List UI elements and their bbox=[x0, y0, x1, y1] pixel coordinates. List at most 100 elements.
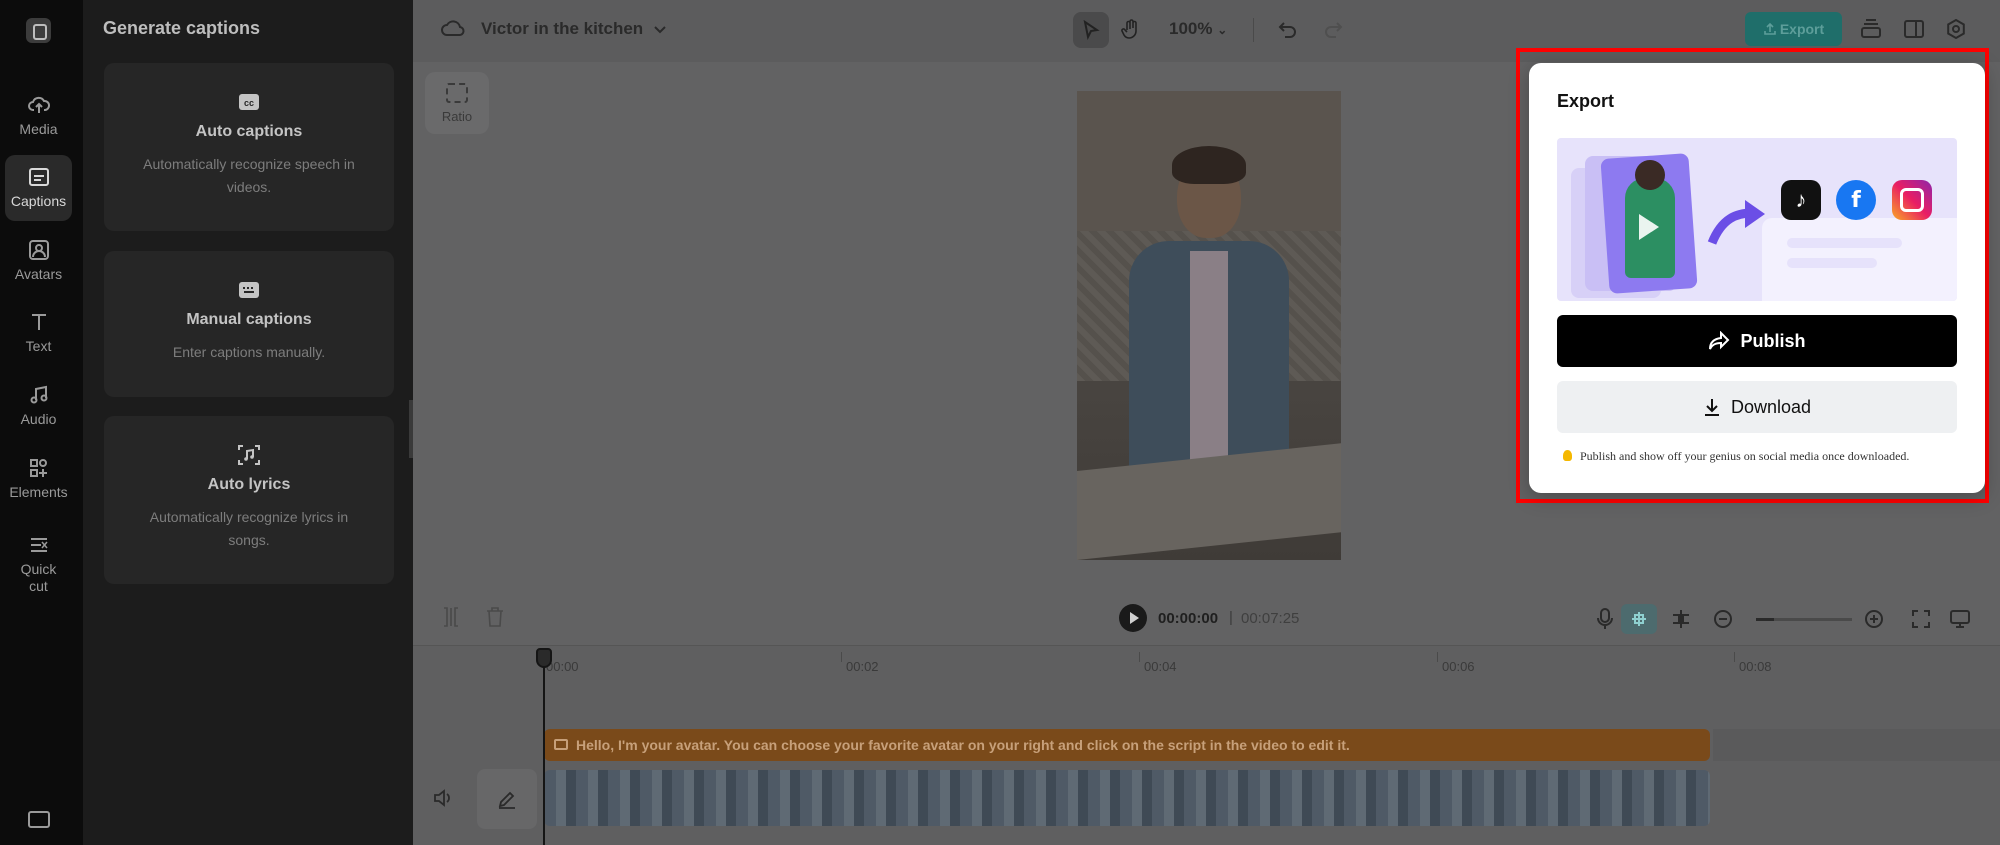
rail-label-avatars: Avatars bbox=[14, 266, 63, 282]
video-track[interactable] bbox=[544, 770, 1710, 826]
caption-track[interactable]: Hello, I'm your avatar. You can choose y… bbox=[544, 729, 1710, 761]
settings-gear-icon[interactable] bbox=[1944, 17, 1968, 41]
ratio-button[interactable]: Ratio bbox=[425, 72, 489, 134]
project-title[interactable]: Victor in the kitchen bbox=[481, 19, 643, 39]
rail-item-media[interactable]: Media bbox=[5, 83, 72, 149]
layers-icon[interactable] bbox=[1859, 17, 1883, 41]
ruler-tick bbox=[1734, 652, 1735, 662]
left-rail: Media Captions Avatars Text Audio Elemen… bbox=[0, 0, 83, 845]
zoom-out-icon[interactable] bbox=[1711, 607, 1735, 631]
export-dialog-title: Export bbox=[1557, 91, 1615, 111]
video-preview[interactable] bbox=[1077, 91, 1341, 560]
split-clip-icon[interactable] bbox=[1669, 607, 1693, 631]
quick-cut-icon bbox=[28, 534, 50, 556]
auto-captions-card[interactable]: cc Auto captions Automatically recognize… bbox=[104, 63, 394, 231]
rail-label-audio: Audio bbox=[20, 411, 57, 427]
auto-captions-title: Auto captions bbox=[195, 123, 303, 140]
time-separator: | bbox=[1229, 609, 1233, 626]
zoom-level-dropdown[interactable]: 100% ⌄ bbox=[1169, 19, 1227, 39]
export-illustration: ♪ f bbox=[1557, 138, 1957, 301]
ruler-label: 00:06 bbox=[1442, 659, 1475, 674]
manual-captions-title: Manual captions bbox=[186, 311, 312, 328]
caption-track-icon bbox=[554, 739, 568, 750]
rail-item-elements[interactable]: Elements bbox=[5, 446, 72, 512]
scan-music-icon bbox=[237, 444, 261, 466]
playhead[interactable] bbox=[543, 658, 545, 845]
keyboard-shortcuts-icon[interactable] bbox=[28, 811, 50, 828]
manual-captions-desc: Enter captions manually. bbox=[172, 344, 326, 360]
ratio-icon bbox=[446, 82, 468, 103]
keyboard-icon bbox=[237, 279, 261, 301]
split-icon[interactable] bbox=[440, 606, 462, 628]
playhead-handle[interactable] bbox=[536, 648, 552, 668]
export-dialog: Export ♪ f Publish Download Publish and … bbox=[1529, 63, 1985, 493]
arrow-icon bbox=[1707, 200, 1765, 245]
hand-tool-button[interactable] bbox=[1113, 12, 1149, 48]
volume-icon[interactable] bbox=[433, 788, 455, 808]
cloud-upload-icon bbox=[27, 94, 50, 116]
captions-panel: Generate captions cc Auto captions Autom… bbox=[83, 0, 413, 845]
avatar-icon bbox=[28, 239, 50, 261]
app-logo[interactable] bbox=[26, 18, 51, 43]
rail-label-quick-cut: Quick cut bbox=[21, 561, 57, 595]
redo-button[interactable] bbox=[1315, 12, 1351, 48]
preview-monitor-icon[interactable] bbox=[1948, 607, 1972, 631]
rail-item-audio[interactable]: Audio bbox=[5, 373, 72, 439]
caption-track-text: Hello, I'm your avatar. You can choose y… bbox=[576, 737, 1350, 753]
zoom-value: 100% bbox=[1169, 19, 1213, 38]
publish-button[interactable]: Publish bbox=[1557, 315, 1957, 367]
manual-captions-card[interactable]: Manual captions Enter captions manually. bbox=[104, 251, 394, 397]
auto-lyrics-card[interactable]: Auto lyrics Automatically recognize lyri… bbox=[104, 416, 394, 584]
rail-item-avatars[interactable]: Avatars bbox=[5, 228, 72, 294]
undo-button[interactable] bbox=[1270, 12, 1306, 48]
ruler-tick bbox=[841, 652, 842, 662]
ruler-tick bbox=[1437, 652, 1438, 662]
delete-icon[interactable] bbox=[485, 606, 507, 628]
pencil-icon bbox=[498, 791, 515, 809]
export-button[interactable]: Export bbox=[1745, 12, 1842, 46]
current-time: 00:00:00 bbox=[1158, 610, 1219, 627]
facebook-icon: f bbox=[1836, 180, 1876, 220]
select-tool-button[interactable] bbox=[1073, 12, 1109, 48]
download-button[interactable]: Download bbox=[1557, 381, 1957, 433]
elements-icon bbox=[28, 457, 50, 479]
rail-label-elements: Elements bbox=[9, 484, 68, 500]
microphone-icon[interactable] bbox=[1593, 607, 1617, 631]
toolbar-divider bbox=[1253, 18, 1254, 42]
avatar-shirt bbox=[1190, 251, 1228, 461]
export-tip-text: Publish and show off your genius on soci… bbox=[1580, 449, 1910, 463]
chevron-down-icon[interactable] bbox=[653, 22, 667, 36]
rail-item-text[interactable]: Text bbox=[5, 300, 72, 366]
lightbulb-icon bbox=[1563, 450, 1572, 461]
svg-text:cc: cc bbox=[244, 98, 254, 108]
text-icon bbox=[28, 311, 50, 333]
play-icon bbox=[1639, 214, 1659, 240]
upload-icon bbox=[1764, 22, 1776, 35]
cloud-sync-icon[interactable] bbox=[441, 18, 465, 40]
rail-item-captions[interactable]: Captions bbox=[5, 155, 72, 221]
undo-icon bbox=[1278, 22, 1296, 38]
illustration-line bbox=[1787, 238, 1902, 248]
share-arrow-icon bbox=[1709, 331, 1730, 350]
rail-label-cut: cut bbox=[29, 577, 48, 594]
edit-track-button[interactable] bbox=[477, 769, 537, 829]
tiktok-icon: ♪ bbox=[1781, 180, 1821, 220]
track-empty-area bbox=[1713, 729, 2000, 761]
layout-panel-icon[interactable] bbox=[1902, 17, 1926, 41]
timeline-zoom-slider[interactable] bbox=[1756, 618, 1852, 621]
chevron-down-icon: ⌄ bbox=[1217, 23, 1228, 37]
rail-label-captions: Captions bbox=[10, 193, 67, 209]
ruler-label: 00:04 bbox=[1144, 659, 1177, 674]
fit-screen-icon[interactable] bbox=[1909, 607, 1933, 631]
play-button[interactable] bbox=[1119, 604, 1147, 632]
redo-icon bbox=[1325, 22, 1343, 38]
ruler-tick bbox=[1139, 652, 1140, 662]
magnet-snap-icon[interactable] bbox=[1621, 604, 1657, 634]
ruler-label: 00:08 bbox=[1739, 659, 1772, 674]
total-time: 00:07:25 bbox=[1241, 610, 1300, 627]
illustration-line bbox=[1787, 258, 1877, 268]
zoom-in-icon[interactable] bbox=[1862, 607, 1886, 631]
auto-captions-desc: Automatically recognize speech in videos… bbox=[143, 156, 355, 195]
illustration-figure-head bbox=[1635, 160, 1665, 190]
rail-item-quick-cut[interactable]: Quick cut bbox=[5, 524, 72, 604]
